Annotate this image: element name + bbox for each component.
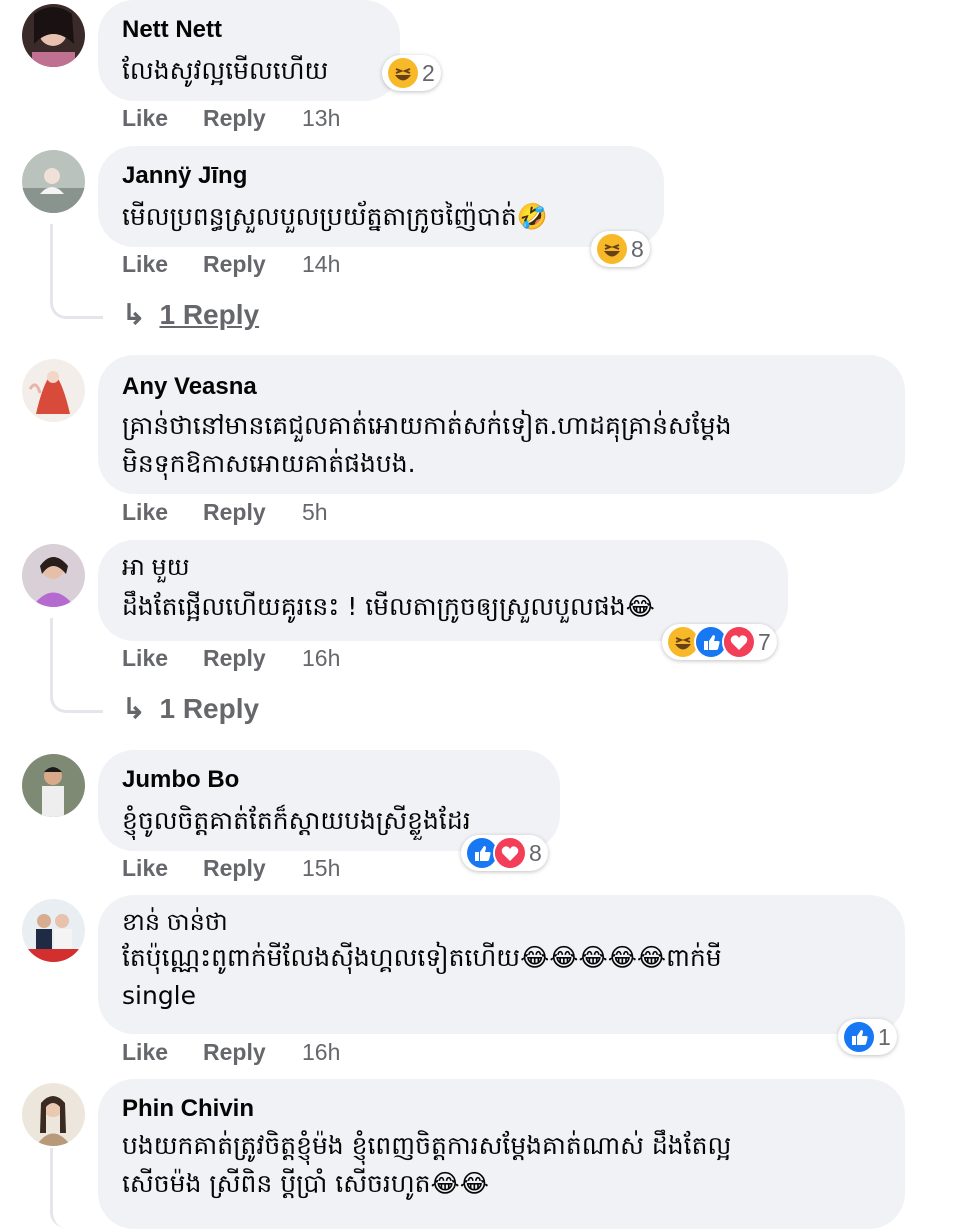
like-button[interactable]: Like (122, 105, 168, 132)
reaction-summary[interactable]: 2 (382, 55, 441, 91)
comment-text: មើលប្រពន្ធស្រួលបួលប្រយ័ត្នតាក្រូចញ៉ៃបាត់… (122, 202, 548, 231)
comment-text: ខ្ញុំចូលចិត្តគាត់តែក៏ស្តាយបងស្រីខ្លួងដែរ (122, 806, 471, 835)
reply-button[interactable]: Reply (203, 251, 266, 278)
timestamp[interactable]: 15h (302, 855, 340, 882)
avatar[interactable] (22, 544, 85, 607)
timestamp[interactable]: 5h (302, 499, 328, 526)
haha-reaction-icon (595, 232, 629, 266)
timestamp[interactable]: 16h (302, 1039, 340, 1066)
reply-arrow-icon: ↳ (122, 299, 146, 330)
reaction-count: 1 (878, 1023, 891, 1050)
replies-label[interactable]: 1 Reply (159, 299, 259, 330)
avatar[interactable] (22, 4, 85, 67)
like-button[interactable]: Like (122, 499, 168, 526)
reaction-summary[interactable]: 7 (662, 624, 777, 660)
commenter-name[interactable]: Any Veasna (122, 373, 881, 401)
comment-bubble: Any Veasna គ្រាន់ថានៅមានគេជួលគាត់អោយកាត់… (98, 355, 905, 494)
like-button[interactable]: Like (122, 1039, 168, 1066)
thread-connector (50, 224, 103, 319)
comment-bubble: Nett Nett លែងសូវល្អមើលហើយ (98, 0, 400, 101)
haha-reaction-icon (386, 56, 420, 90)
reaction-count: 7 (758, 628, 771, 655)
reply-button[interactable]: Reply (203, 645, 266, 672)
comment-text-line-1: បងយកគាត់ត្រូវចិត្តខ្ញុំម៉ង ខ្ញុំពេញចិត្ត… (122, 1131, 732, 1160)
avatar[interactable] (22, 899, 85, 962)
commenter-name[interactable]: Jannÿ Jīng (122, 162, 640, 190)
commenter-name[interactable]: អា មួយ (122, 554, 764, 582)
view-replies-link[interactable]: ↳ 1 Reply (122, 692, 259, 725)
commenter-name[interactable]: ខាន់ ចាន់ថា (122, 909, 881, 937)
like-button[interactable]: Like (122, 645, 168, 672)
reaction-count: 8 (529, 839, 542, 866)
love-reaction-icon (722, 625, 756, 659)
avatar[interactable] (22, 1083, 85, 1146)
reaction-summary[interactable]: 8 (591, 231, 650, 267)
reply-arrow-icon: ↳ (122, 693, 146, 724)
comment-text-line-1: គ្រាន់ថានៅមានគេជួលគាត់អោយកាត់សក់ទៀត.ហាដគ… (122, 411, 732, 440)
reply-button[interactable]: Reply (203, 105, 266, 132)
reaction-summary[interactable]: 8 (461, 835, 548, 871)
timestamp[interactable]: 13h (302, 105, 340, 132)
comment-text: លែងសូវល្អមើលហើយ (122, 56, 329, 85)
reaction-summary[interactable]: 1 (838, 1019, 897, 1055)
commenter-name[interactable]: Phin Chivin (122, 1095, 881, 1123)
comment-text-line-2: single (122, 981, 197, 1010)
comment-text-line-2: សើចម៉ង ស្រីពិន ប្ដីប្រាំ សើចរហូត😂😂 (122, 1169, 489, 1198)
reaction-count: 2 (422, 59, 435, 86)
comment-text-line-1: តែប៉ុណ្ណេះពូពាក់មីលែងស៊ីងហ្គលទៀតហើយ😂😂😂😂😂… (122, 943, 722, 972)
reply-button[interactable]: Reply (203, 855, 266, 882)
like-reaction-icon (842, 1020, 876, 1054)
comment-bubble: Phin Chivin បងយកគាត់ត្រូវចិត្តខ្ញុំម៉ង ខ… (98, 1079, 905, 1229)
replies-label[interactable]: 1 Reply (159, 693, 259, 724)
comment-bubble: ខាន់ ចាន់ថា តែប៉ុណ្ណេះពូពាក់មីលែងស៊ីងហ្គ… (98, 895, 905, 1034)
reply-button[interactable]: Reply (203, 499, 266, 526)
timestamp[interactable]: 16h (302, 645, 340, 672)
commenter-name[interactable]: Nett Nett (122, 16, 376, 44)
thread-connector (50, 618, 103, 713)
reply-button[interactable]: Reply (203, 1039, 266, 1066)
love-reaction-icon (493, 836, 527, 870)
avatar[interactable] (22, 359, 85, 422)
commenter-name[interactable]: Jumbo Bo (122, 766, 536, 794)
comment-bubble: Jannÿ Jīng មើលប្រពន្ធស្រួលបួលប្រយ័ត្នតាក… (98, 146, 664, 247)
reaction-count: 8 (631, 235, 644, 262)
avatar[interactable] (22, 754, 85, 817)
comment-text: ដឹងតែផ្អើលហើយគូរនេះ ! មើលតាក្រូចឲ្យស្រួល… (122, 592, 655, 621)
like-button[interactable]: Like (122, 855, 168, 882)
view-replies-link[interactable]: ↳ 1 Reply (122, 298, 259, 331)
comment-text-line-2: មិនទុកឱកាសអោយគាត់ផងបង. (122, 449, 416, 478)
timestamp[interactable]: 14h (302, 251, 340, 278)
avatar[interactable] (22, 150, 85, 213)
thread-connector (50, 1148, 103, 1228)
like-button[interactable]: Like (122, 251, 168, 278)
